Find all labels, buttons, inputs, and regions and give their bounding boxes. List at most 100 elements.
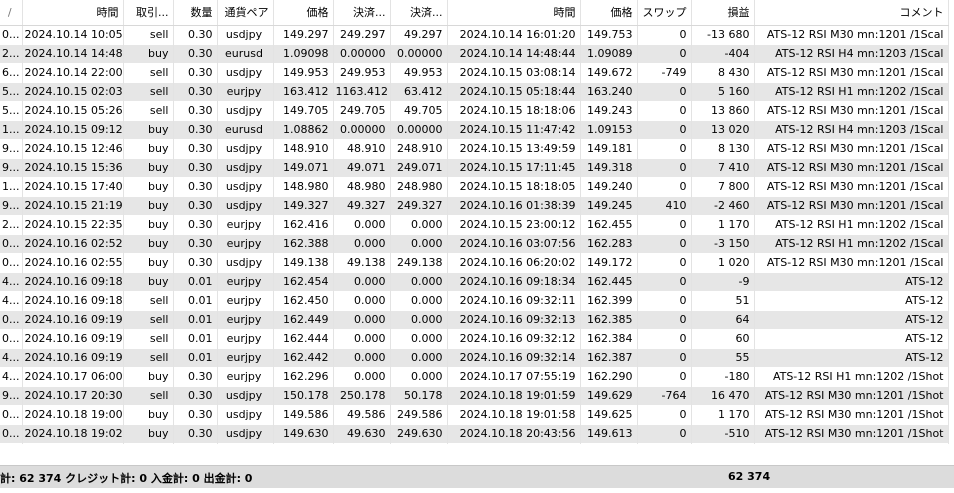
cell-close-price: 162.384 — [580, 329, 638, 348]
cell-swap: 0 — [637, 291, 692, 310]
cell-type: buy — [123, 158, 174, 177]
table-row[interactable]: 9...2024.10.15 15:36:11buy0.30usdjpy149.… — [0, 158, 949, 177]
table-row[interactable]: 4...2024.10.16 09:18:44sell0.01eurjpy162… — [0, 291, 949, 310]
cell-swap: 0 — [637, 101, 692, 120]
cell-type: sell — [123, 82, 174, 101]
cell-symbol: usdjpy — [217, 63, 274, 82]
table-row[interactable]: 0...2024.10.16 02:55:33buy0.30usdjpy149.… — [0, 253, 949, 272]
cell-symbol: usdjpy — [217, 253, 274, 272]
table-row[interactable]: 4...2024.10.16 09:19:26sell0.01eurjpy162… — [0, 348, 949, 367]
table-row[interactable]: 0...2024.10.16 02:52:05buy0.30eurjpy162.… — [0, 234, 949, 253]
cell-close-time: 2024.10.15 17:11:45 — [447, 158, 581, 177]
cell-comment: ATS-12 — [754, 329, 949, 348]
table-row[interactable]: 5...2024.10.15 02:03:01sell0.30eurjpy163… — [0, 82, 949, 101]
cell-volume: 0.30 — [173, 25, 218, 44]
cell-type: buy — [123, 177, 174, 196]
cell-type: sell — [123, 310, 174, 329]
cell-close-price: 149.172 — [580, 253, 638, 272]
cell-tp: 63.412 — [390, 82, 448, 101]
table-row[interactable]: 0...2024.10.14 10:05:51sell0.30usdjpy149… — [0, 25, 949, 44]
cell-comment: ATS-12 RSI H1 mn:1202 /1Scal — [754, 82, 949, 101]
column-header-volume[interactable]: 数量 — [173, 0, 218, 26]
cell-open-time: 2024.10.16 09:19:25 — [22, 329, 124, 348]
cell-order-id: 0... — [0, 253, 23, 272]
cell-close-time: 2024.10.15 18:18:05 — [447, 177, 581, 196]
cell-close-price: 162.445 — [580, 272, 638, 291]
column-header-swap[interactable]: スワップ — [637, 0, 692, 26]
cell-close-price: 149.625 — [580, 405, 638, 424]
column-header-close-time[interactable]: 時間 — [447, 0, 581, 26]
column-header-id[interactable]: / — [0, 0, 23, 26]
cell-open-time: 2024.10.15 02:03:01 — [22, 82, 124, 101]
table-row[interactable]: 2...2024.10.15 22:35:56buy0.30eurjpy162.… — [0, 215, 949, 234]
cell-comment: ATS-12 RSI M30 mn:1201 /1Shot — [754, 405, 949, 424]
cell-type: sell — [123, 291, 174, 310]
table-row[interactable]: 0...2024.10.16 09:19:25sell0.01eurjpy162… — [0, 329, 949, 348]
table-row[interactable]: 4...2024.10.17 06:00:01buy0.30eurjpy162.… — [0, 367, 949, 386]
column-header-comment[interactable]: コメント — [754, 0, 949, 26]
cell-close-time: 2024.10.14 16:01:20 — [447, 25, 581, 44]
column-header-sl[interactable]: 決済... — [333, 0, 391, 26]
cell-tp: 49.705 — [390, 101, 448, 120]
cell-close-price: 149.240 — [580, 177, 638, 196]
cell-volume: 0.30 — [173, 253, 218, 272]
cell-tp: 249.586 — [390, 405, 448, 424]
cell-type: sell — [123, 63, 174, 82]
table-row[interactable]: 9...2024.10.15 21:19:53buy0.30usdjpy149.… — [0, 196, 949, 215]
table-row[interactable]: 1...2024.10.15 09:12:19buy0.30eurusd1.08… — [0, 120, 949, 139]
column-header-open-time[interactable]: 時間 — [22, 0, 124, 26]
table-row[interactable]: 0...2024.10.18 19:00:01buy0.30usdjpy149.… — [0, 405, 949, 424]
cell-open-time: 2024.10.14 22:00:21 — [22, 63, 124, 82]
cell-swap: 0 — [637, 139, 692, 158]
cell-sl: 0.000 — [333, 234, 391, 253]
cell-symbol: eurjpy — [217, 310, 274, 329]
column-header-close-price[interactable]: 価格 — [580, 0, 638, 26]
cell-comment: ATS-12 — [754, 291, 949, 310]
table-row[interactable]: 5...2024.10.15 05:26:39sell0.30usdjpy149… — [0, 101, 949, 120]
column-header-profit[interactable]: 損益 — [691, 0, 755, 26]
cell-swap: 0 — [637, 215, 692, 234]
cell-swap: 0 — [637, 25, 692, 44]
table-row[interactable]: 0...2024.10.18 19:02:01buy0.30usdjpy149.… — [0, 424, 949, 443]
table-body: 0...2024.10.14 10:05:51sell0.30usdjpy149… — [0, 25, 949, 443]
table-row[interactable]: 6...2024.10.14 22:00:21sell0.30usdjpy149… — [0, 63, 949, 82]
column-header-tp[interactable]: 決済... — [390, 0, 448, 26]
cell-symbol: usdjpy — [217, 101, 274, 120]
column-header-type[interactable]: 取引... — [123, 0, 174, 26]
cell-price: 149.327 — [273, 196, 334, 215]
cell-order-id: 0... — [0, 329, 23, 348]
cell-close-price: 162.283 — [580, 234, 638, 253]
cell-symbol: usdjpy — [217, 139, 274, 158]
cell-comment: ATS-12 — [754, 310, 949, 329]
cell-symbol: usdjpy — [217, 424, 274, 443]
cell-profit: -13 680 — [691, 25, 755, 44]
cell-open-time: 2024.10.16 09:19:26 — [22, 348, 124, 367]
table-row[interactable]: 4...2024.10.16 09:18:32buy0.01eurjpy162.… — [0, 272, 949, 291]
cell-close-time: 2024.10.16 03:07:56 — [447, 234, 581, 253]
cell-volume: 0.30 — [173, 215, 218, 234]
cell-profit: 55 — [691, 348, 755, 367]
column-header-symbol[interactable]: 通貨ペア — [217, 0, 274, 26]
cell-symbol: eurjpy — [217, 272, 274, 291]
cell-comment: ATS-12 RSI H4 mn:1203 /1Scal — [754, 44, 949, 63]
cell-type: sell — [123, 329, 174, 348]
cell-price: 162.449 — [273, 310, 334, 329]
cell-close-price: 149.245 — [580, 196, 638, 215]
table-row[interactable]: 1...2024.10.15 17:40:24buy0.30usdjpy148.… — [0, 177, 949, 196]
table-row[interactable]: 9...2024.10.17 20:30:02sell0.30usdjpy150… — [0, 386, 949, 405]
table-row[interactable]: 9...2024.10.15 12:46:54buy0.30usdjpy148.… — [0, 139, 949, 158]
cell-profit: 64 — [691, 310, 755, 329]
cell-profit: 7 800 — [691, 177, 755, 196]
column-header-price[interactable]: 価格 — [273, 0, 334, 26]
table-row[interactable]: 0...2024.10.16 09:19:22sell0.01eurjpy162… — [0, 310, 949, 329]
cell-sl: 49.327 — [333, 196, 391, 215]
cell-open-time: 2024.10.15 05:26:39 — [22, 101, 124, 120]
cell-profit: 16 470 — [691, 386, 755, 405]
cell-volume: 0.30 — [173, 234, 218, 253]
cell-close-time: 2024.10.15 23:00:12 — [447, 215, 581, 234]
cell-symbol: usdjpy — [217, 405, 274, 424]
table-row[interactable]: 2...2024.10.14 14:48:42buy0.30eurusd1.09… — [0, 44, 949, 63]
cell-symbol: eurjpy — [217, 367, 274, 386]
summary-text: 計: 62 374 クレジット計: 0 入金計: 0 出金計: 0 — [0, 472, 253, 485]
cell-tp: 0.000 — [390, 348, 448, 367]
